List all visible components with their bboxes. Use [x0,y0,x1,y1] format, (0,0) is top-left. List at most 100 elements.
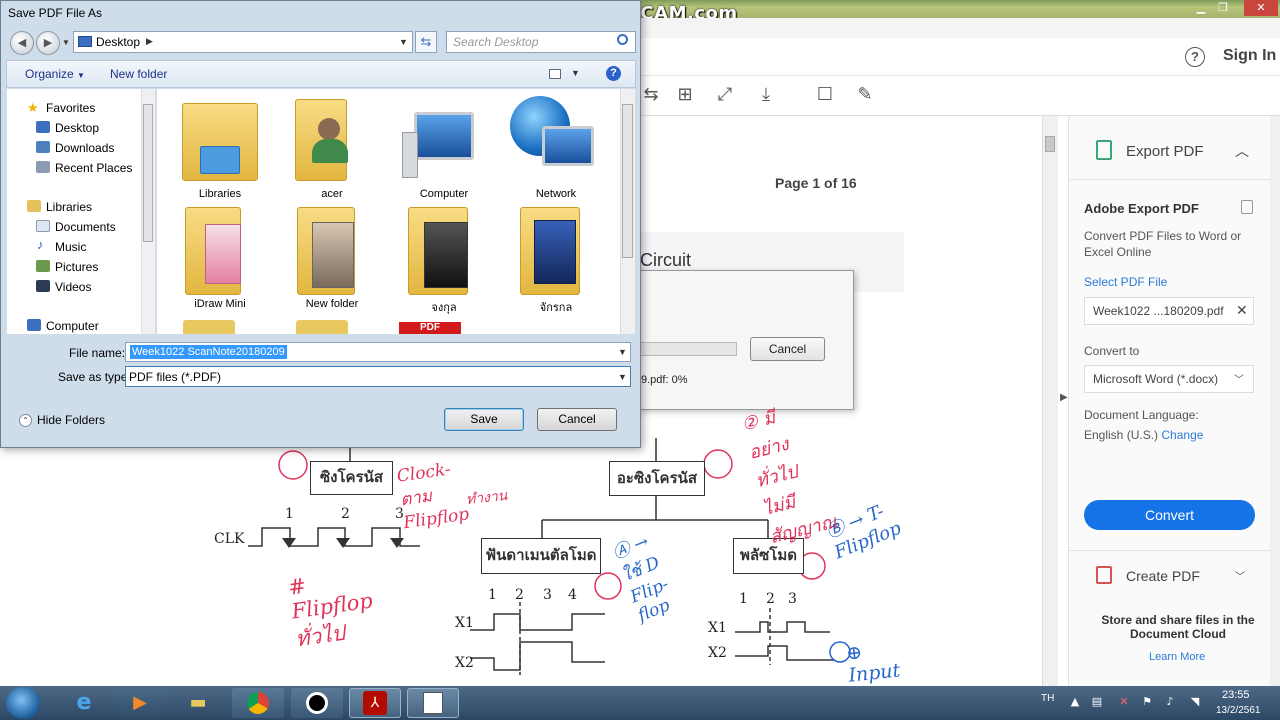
photoshop-thumbnail-icon [534,220,576,284]
nav-computer[interactable]: Computer [46,319,99,333]
recent-pages-icon[interactable]: ▼ [62,38,70,47]
document-scrollbar[interactable] [1042,116,1058,686]
file-acer[interactable]: acer [282,188,382,200]
view-dropdown-icon[interactable]: ▼ [571,68,580,78]
nav-recent-places[interactable]: Recent Places [55,161,132,175]
star-icon: ★ [27,100,39,115]
nav-downloads[interactable]: Downloads [55,141,114,155]
copy-icon[interactable] [1241,200,1253,214]
start-button[interactable] [6,687,40,719]
files-scroll-thumb[interactable] [622,104,633,258]
save-button[interactable]: Save [444,408,524,431]
crop-icon[interactable]: ⊞ [674,84,696,106]
remove-file-icon[interactable]: ✕ [1236,302,1248,319]
input-language[interactable]: TH [1041,693,1054,704]
nav-libraries[interactable]: Libraries [46,200,92,214]
hw-normal-note: ทำงาน [465,487,509,509]
acrobat-toolbar [640,76,1280,116]
help-icon[interactable]: ? [606,66,621,81]
computer-monitor-icon[interactable] [414,112,474,160]
nav-pictures[interactable]: Pictures [55,260,98,274]
desktop-icon [36,121,50,133]
save-as-type-dropdown-icon[interactable]: ▼ [618,372,627,382]
address-text[interactable]: Desktop [96,35,140,49]
view-options-icon[interactable] [549,69,561,79]
download-icon[interactable]: ⤓ [755,84,777,106]
progress-status: 9.pdf: 0% [641,374,688,386]
partial-folder-icon[interactable] [183,320,235,334]
volume-icon[interactable]: ♪ [1163,696,1177,708]
document-scroll-thumb[interactable] [1045,136,1055,152]
printer-icon[interactable]: ▤ [1090,696,1104,708]
address-dropdown-icon[interactable]: ▼ [399,37,408,47]
user-avatar-icon [318,118,340,140]
action-center-icon[interactable]: ⚑ [1140,696,1154,708]
refresh-icon[interactable]: ⇆ [415,31,437,53]
save-as-type-label: Save as type: [58,370,131,384]
learn-more-link[interactable]: Learn More [1149,651,1205,663]
file-network[interactable]: Network [506,188,606,200]
export-pdf-title[interactable]: Export PDF [1126,143,1204,160]
panel-scrollbar[interactable] [1270,116,1280,686]
forward-button[interactable]: ▶ [36,31,60,55]
page-indicator: Page 1 of 16 [775,175,857,191]
wifi-icon[interactable]: ◥ [1188,696,1202,708]
nav-documents[interactable]: Documents [55,220,116,234]
convert-button[interactable]: Convert [1084,500,1255,530]
network-error-icon[interactable]: ✕ [1117,696,1131,708]
search-icon[interactable] [617,34,628,45]
create-pdf-title[interactable]: Create PDF [1126,568,1200,584]
nav-videos[interactable]: Videos [55,280,91,294]
file-name-value[interactable]: Week1022 ScanNote20180209 [130,345,287,359]
sign-in-link[interactable]: Sign In [1223,47,1276,65]
select-pdf-link[interactable]: Select PDF File [1084,275,1167,289]
dialog-title: Save PDF File As [8,6,103,20]
fund-tick-3: 3 [543,587,552,603]
file-name-dropdown-icon[interactable]: ▼ [618,347,627,357]
window-close-button[interactable]: ✕ [1244,0,1278,16]
comment-icon[interactable]: ☐ [814,84,836,106]
pen-icon[interactable]: ✎ [854,84,876,106]
file-computer[interactable]: Computer [394,188,494,200]
progress-cancel-button[interactable]: Cancel [750,337,825,361]
nav-music[interactable]: Music [55,240,86,254]
network-monitor-icon [542,126,594,166]
panel-collapse-arrow-icon[interactable]: ▶ [1060,392,1068,403]
save-as-type-value: PDF files (*.PDF) [129,370,222,384]
file-jakkon[interactable]: จักรกล [506,298,606,316]
restore-button[interactable]: ❐ [1210,0,1236,16]
file-new-folder[interactable]: New folder [282,298,382,310]
clock-date[interactable]: 13/2/2561 [1216,705,1261,716]
chevron-down-icon[interactable]: ﹀ [1235,568,1245,583]
show-hidden-icon[interactable]: ▲ [1068,696,1082,708]
library-window-icon [200,146,240,174]
cancel-button[interactable]: Cancel [537,408,617,431]
fullscreen-icon[interactable]: ⤢ [714,84,736,106]
hide-folders-button[interactable]: Hide Folders [18,413,105,427]
chevron-down-icon[interactable]: ﹀ [1234,371,1244,386]
help-icon[interactable]: ? [1185,47,1205,67]
nav-favorites[interactable]: Favorites [46,101,95,115]
nav-desktop[interactable]: Desktop [55,121,99,135]
page-tool-icon[interactable]: ⇆ [640,84,662,106]
acrobat-topbar [640,38,1280,76]
pdf-file-icon[interactable]: PDF [399,322,461,334]
chevron-up-icon[interactable]: ︿ [1235,141,1249,161]
acrobat-icon: ⅄ [363,691,387,715]
internet-explorer-icon[interactable]: e [58,688,110,718]
change-language-link[interactable]: Change [1161,428,1203,442]
clock-time[interactable]: 23:55 [1222,689,1250,701]
breadcrumb-arrow-icon[interactable]: ▶ [146,36,153,47]
new-folder-button[interactable]: New folder [110,67,167,81]
file-explorer-icon[interactable]: ▬ [172,688,224,718]
nav-scroll-thumb[interactable] [143,104,153,242]
pictures-icon [36,260,50,272]
file-idraw-mini[interactable]: iDraw Mini [170,298,270,310]
file-libraries[interactable]: Libraries [170,188,270,200]
back-button[interactable]: ◀ [10,31,34,55]
file-jongkul[interactable]: จงกุล [394,298,494,316]
partial-folder-icon[interactable] [296,320,348,334]
organize-menu[interactable]: Organize ▼ [25,67,85,81]
progress-bar [640,342,737,356]
format-value: Microsoft Word (*.docx) [1093,372,1219,386]
